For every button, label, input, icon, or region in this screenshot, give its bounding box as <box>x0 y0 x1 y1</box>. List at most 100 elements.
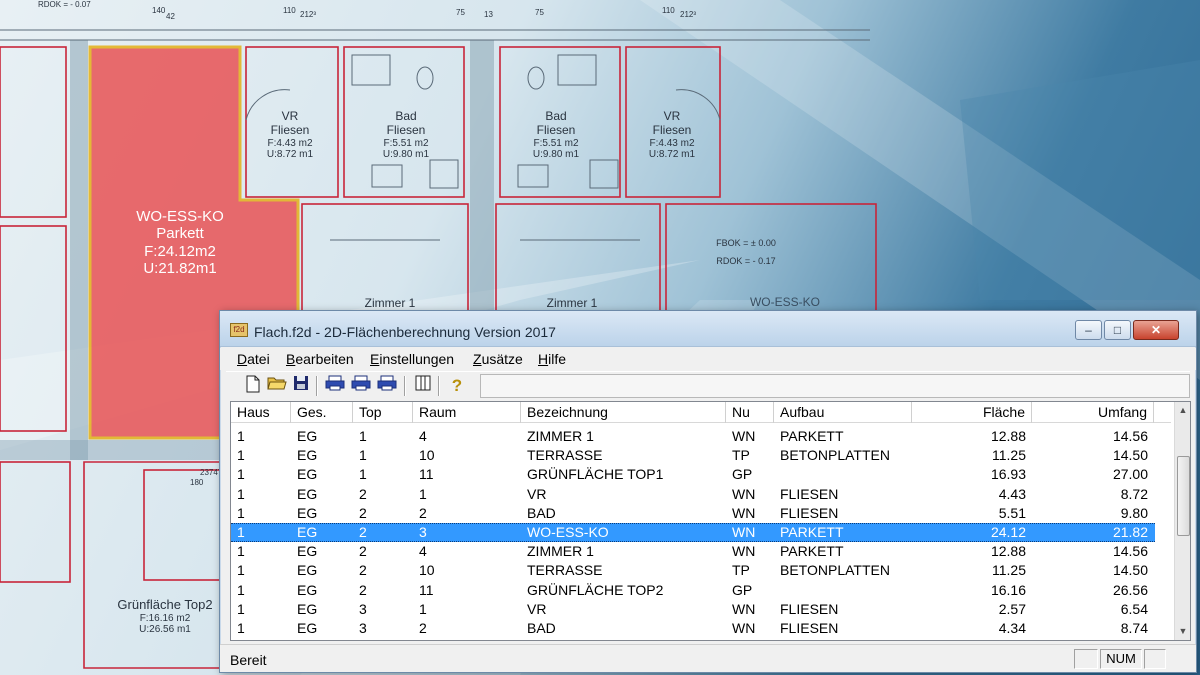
cell-umfang: 6.54 <box>1120 600 1148 617</box>
cell-ges: EG <box>297 543 318 560</box>
scroll-up-icon[interactable]: ▲ <box>1175 402 1190 419</box>
cell-ges: EG <box>297 504 318 521</box>
table-row[interactable]: 1 EG 2 1 VR WN FLIESEN 4.43 8.72 <box>231 485 1155 504</box>
cell-bezeichnung: WO-ESS-KO <box>527 524 609 540</box>
cell-bezeichnung: ZIMMER 1 <box>527 428 594 444</box>
print-icon[interactable] <box>324 375 346 397</box>
menu-einstellungen[interactable]: Einstellungen <box>370 351 454 367</box>
cell-haus: 1 <box>237 543 245 560</box>
plan-room-floor: Fliesen <box>652 122 692 137</box>
cell-top: 3 <box>359 600 367 617</box>
cell-aufbau <box>774 581 912 600</box>
table-row[interactable]: 1 EG 3 1 VR WN FLIESEN 2.57 6.54 <box>231 600 1155 619</box>
plan-dim-180: 180 <box>190 478 204 487</box>
plan-room-perimeter: U:8.72 m1 <box>266 149 314 161</box>
plan-room-floor: Fliesen <box>270 122 310 137</box>
plan-dim-140: 140 <box>152 6 166 15</box>
cell-bezeichnung: TERRASSE <box>527 562 603 579</box>
menu-zusaetze[interactable]: Zusätze <box>473 351 523 367</box>
plan-room-vr-right: VR Fliesen F:4.43 m2 U:8.72 m1 <box>632 109 712 161</box>
print-preview-icon[interactable] <box>350 375 372 397</box>
column-header-aufbau[interactable]: Aufbau <box>774 402 912 423</box>
cell-flaeche: 11.25 <box>992 447 1026 464</box>
menu-bar: Datei Bearbeiten Einstellungen Zusätze H… <box>220 348 1196 370</box>
column-header-flaeche[interactable]: Fläche <box>912 402 1032 423</box>
cell-flaeche: 24.12 <box>990 524 1026 540</box>
menu-hilfe[interactable]: Hilfe <box>538 351 566 367</box>
table-row[interactable]: 1 EG 2 11 GRÜNFLÄCHE TOP2 GP 16.16 26.56 <box>231 581 1155 600</box>
cell-raum: 10 <box>419 447 435 464</box>
column-header-nu[interactable]: Nu <box>726 402 774 423</box>
cell-haus: 1 <box>237 504 245 521</box>
table-row[interactable]: 1 EG 2 10 TERRASSE TP BETONPLATTEN 11.25 14.50 <box>231 561 1155 580</box>
cell-haus: 1 <box>237 524 245 540</box>
scroll-down-icon[interactable]: ▼ <box>1175 623 1190 640</box>
column-header-haus[interactable]: Haus <box>231 402 291 423</box>
cell-umfang: 14.56 <box>1112 543 1148 560</box>
menu-datei[interactable]: Datei <box>237 351 270 367</box>
close-button[interactable]: ✕ <box>1133 320 1179 340</box>
cell-haus: 1 <box>237 447 245 464</box>
cell-raum: 3 <box>419 524 427 540</box>
table-row[interactable]: 1 EG 2 4 ZIMMER 1 WN PARKETT 12.88 14.56 <box>231 542 1155 561</box>
cell-umfang: 21.82 <box>1112 524 1148 540</box>
minimize-button[interactable]: ‒ <box>1075 320 1102 340</box>
cell-bezeichnung: TERRASSE <box>527 447 603 464</box>
plan-room-floor: Fliesen <box>536 122 576 137</box>
save-icon[interactable] <box>290 375 312 397</box>
cell-nu: GP <box>732 581 753 598</box>
column-header-bezeichnung[interactable]: Bezeichnung <box>521 402 726 423</box>
cell-top: 2 <box>359 504 367 521</box>
plan-room-name: VR <box>281 109 299 123</box>
scroll-thumb[interactable] <box>1177 456 1190 536</box>
plan-room-area: F:24.12m2 <box>144 242 216 260</box>
cell-flaeche: 16.93 <box>990 466 1026 483</box>
cell-top: 1 <box>359 466 367 483</box>
plan-dim-13: 13 <box>484 10 493 19</box>
cell-ges: EG <box>297 524 318 540</box>
vertical-scrollbar[interactable]: ▲ ▼ <box>1174 402 1190 640</box>
column-header-ges[interactable]: Ges. <box>291 402 353 423</box>
maximize-button[interactable]: □ <box>1104 320 1131 340</box>
open-folder-icon[interactable] <box>266 375 288 397</box>
cell-top: 2 <box>359 485 367 502</box>
cell-bezeichnung: ZIMMER 1 <box>527 543 594 560</box>
plan-dim-75b: 75 <box>535 8 544 17</box>
menu-label: usätze <box>481 351 523 367</box>
toolbar-input-field[interactable] <box>480 374 1190 398</box>
cell-flaeche: 16.16 <box>990 581 1026 598</box>
table-row[interactable]: 1 EG 1 4 ZIMMER 1 WN PARKETT 12.88 14.56 <box>231 427 1155 446</box>
app-icon[interactable]: f2d <box>230 323 248 337</box>
plan-room-perimeter: U:9.80 m1 <box>382 149 430 161</box>
column-header-umfang[interactable]: Umfang <box>1032 402 1154 423</box>
menu-mnemonic: D <box>237 351 248 367</box>
cell-raum: 4 <box>419 543 427 560</box>
cell-flaeche: 2.57 <box>998 600 1026 617</box>
cell-umfang: 8.74 <box>1120 620 1148 636</box>
column-header-raum[interactable]: Raum <box>413 402 521 423</box>
cell-top: 2 <box>359 524 367 540</box>
menu-bearbeiten[interactable]: Bearbeiten <box>286 351 354 367</box>
cell-nu: WN <box>732 504 756 521</box>
plan-zimmer-left: Zimmer 1 <box>364 296 416 310</box>
table-row[interactable]: 1 EG 3 2 BAD WN FLIESEN 4.34 8.74 <box>231 619 1155 638</box>
table-row[interactable]: 1 EG 1 10 TERRASSE TP BETONPLATTEN 11.25 14.50 <box>231 446 1155 465</box>
plan-room-perimeter: U:8.72 m1 <box>648 149 696 161</box>
help-icon[interactable]: ? <box>446 375 468 397</box>
column-header-top[interactable]: Top <box>353 402 413 423</box>
menu-mnemonic: H <box>538 351 549 367</box>
print-setup-icon[interactable] <box>376 375 398 397</box>
title-bar[interactable]: f2d Flach.f2d - 2D-Flächenberechnung Ver… <box>220 311 1196 347</box>
columns-icon[interactable] <box>412 375 434 397</box>
new-file-icon[interactable] <box>242 375 264 397</box>
table-row[interactable]: 1 EG 2 3 WO-ESS-KO WN PARKETT 24.12 21.82 <box>231 523 1155 543</box>
cell-haus: 1 <box>237 466 245 483</box>
plan-room-perimeter: U:9.80 m1 <box>532 149 580 161</box>
table-row[interactable]: 1 EG 2 2 BAD WN FLIESEN 5.51 9.80 <box>231 504 1155 523</box>
cell-aufbau: FLIESEN <box>780 504 839 521</box>
cell-nu: WN <box>732 524 756 540</box>
status-pane-empty <box>1144 649 1166 669</box>
table-header: Haus Ges. Top Raum Bezeichnung Nu Aufbau… <box>231 402 1171 423</box>
table-row[interactable]: 1 EG 1 11 GRÜNFLÄCHE TOP1 GP 16.93 27.00 <box>231 465 1155 484</box>
cell-aufbau: BETONPLATTEN <box>780 447 890 464</box>
